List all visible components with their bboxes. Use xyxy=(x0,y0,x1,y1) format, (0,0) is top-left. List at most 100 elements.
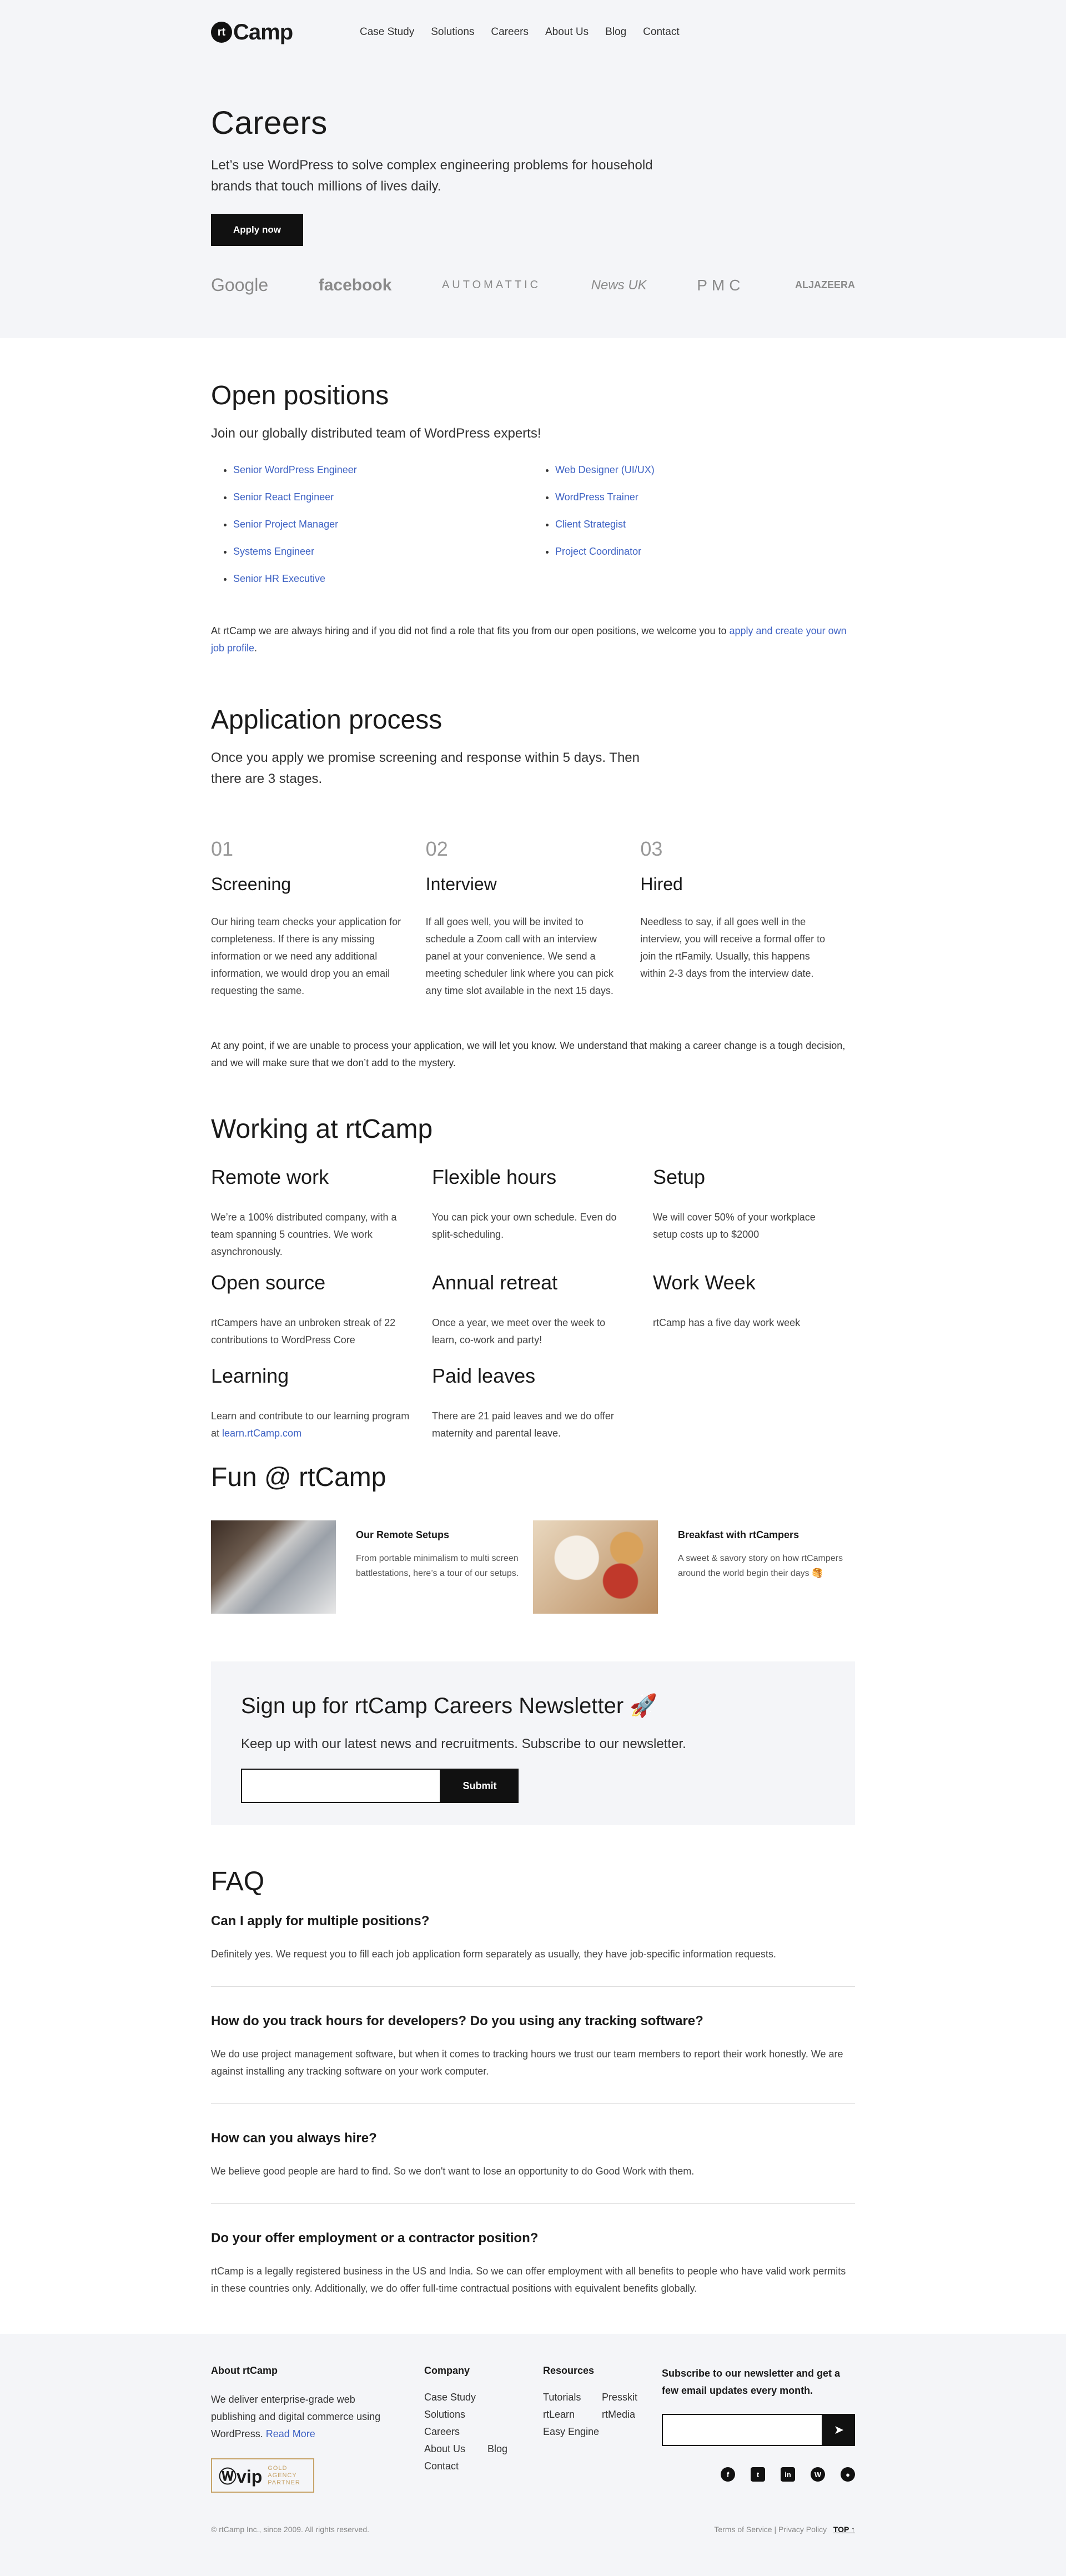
list-item: Senior HR Executive xyxy=(233,573,533,585)
copyright: © rtCamp Inc., since 2009. All rights re… xyxy=(211,2525,369,2534)
footer-link[interactable]: rtLearn xyxy=(543,2406,602,2423)
twitter-icon[interactable]: t xyxy=(751,2467,765,2482)
perk-text: You can pick your own schedule. Even do … xyxy=(432,1212,617,1240)
google-logo: Google xyxy=(211,275,269,295)
nav-blog[interactable]: Blog xyxy=(605,26,626,38)
wordpress-icon[interactable]: W xyxy=(811,2467,825,2482)
stage-text: Needless to say, if all goes well in the… xyxy=(640,916,826,979)
application-process-section: Application process Once you apply we pr… xyxy=(211,657,855,1072)
card-title: Our Remote Setups xyxy=(356,1529,450,1540)
faq-item: Can I apply for multiple positions? Defin… xyxy=(211,1914,855,1987)
perk-work-week: Work Week rtCamp has a five day work week xyxy=(653,1271,855,1364)
list-item: Senior Project Manager xyxy=(233,519,533,530)
badge-text: GOLD AGENCY PARTNER xyxy=(268,2464,300,2486)
fun-card-remote-setups[interactable]: Our Remote Setups From portable minimalis… xyxy=(211,1520,533,1614)
perk-text: rtCampers have an unbroken streak of 22 … xyxy=(211,1317,396,1345)
stage-number: 02 xyxy=(425,837,448,860)
position-link[interactable]: Systems Engineer xyxy=(233,546,314,557)
linkedin-icon[interactable]: in xyxy=(781,2467,795,2482)
list-item: Systems Engineer xyxy=(233,546,533,558)
list-item: Project Coordinator xyxy=(555,546,855,558)
faq-question: How can you always hire? xyxy=(211,2131,377,2146)
stage-title: Screening xyxy=(211,874,291,894)
nav-case-study[interactable]: Case Study xyxy=(360,26,414,38)
faq-question: Can I apply for multiple positions? xyxy=(211,1914,430,1929)
footer-link[interactable]: Careers xyxy=(424,2423,487,2441)
apply-now-button[interactable]: Apply now xyxy=(211,214,303,246)
nav-contact[interactable]: Contact xyxy=(643,26,679,38)
nav-solutions[interactable]: Solutions xyxy=(431,26,474,38)
footer-resources-title: Resources xyxy=(543,2365,595,2376)
newsletter-submit-button[interactable]: Submit xyxy=(441,1769,519,1803)
position-link[interactable]: WordPress Trainer xyxy=(555,491,638,503)
perk-remote-work: Remote work We’re a 100% distributed comp… xyxy=(211,1166,432,1271)
footer-email-input[interactable] xyxy=(662,2414,823,2446)
faq-answer: We do use project management software, b… xyxy=(211,2048,843,2077)
client-logos: Google facebook AUTOMATTIC News UK PMC A… xyxy=(211,275,855,295)
footer-link[interactable]: Contact xyxy=(424,2458,487,2475)
aljazeera-logo: ALJAZEERA xyxy=(795,279,855,290)
perk-learning: Learning Learn and contribute to our lear… xyxy=(211,1364,432,1448)
faq-item: How do you track hours for developers? D… xyxy=(211,2013,855,2104)
positions-note: At rtCamp we are always hiring and if yo… xyxy=(211,625,847,654)
position-link[interactable]: Senior WordPress Engineer xyxy=(233,464,357,475)
perk-text: We will cover 50% of your workplace setu… xyxy=(653,1212,816,1240)
footer-link[interactable]: About Us xyxy=(424,2441,487,2458)
newsletter-email-input[interactable] xyxy=(241,1769,441,1803)
stage-title: Hired xyxy=(640,874,683,894)
nav-careers[interactable]: Careers xyxy=(491,26,529,38)
terms-link[interactable]: Terms of Service xyxy=(714,2525,772,2534)
position-link[interactable]: Senior HR Executive xyxy=(233,573,325,584)
open-positions-section: Open positions Join our globally distrib… xyxy=(211,338,855,657)
position-link[interactable]: Web Designer (UI/UX) xyxy=(555,464,655,475)
stage-text: Our hiring team checks your application … xyxy=(211,916,401,996)
privacy-link[interactable]: Privacy Policy xyxy=(778,2525,827,2534)
footer-link[interactable]: Case Study xyxy=(424,2389,487,2406)
footer-link[interactable]: Blog xyxy=(487,2441,543,2458)
newsletter-section: Sign up for rtCamp Careers Newsletter 🚀 … xyxy=(211,1661,855,1825)
position-link[interactable]: Client Strategist xyxy=(555,519,626,530)
faq-section: FAQ Can I apply for multiple positions? D… xyxy=(211,1825,855,2297)
fun-title: Fun @ rtCamp xyxy=(211,1463,386,1492)
position-link[interactable]: Senior React Engineer xyxy=(233,491,334,503)
footer-send-button[interactable]: ➤ xyxy=(823,2414,855,2446)
perk-paid-leaves: Paid leaves There are 21 paid leaves and … xyxy=(432,1364,653,1448)
facebook-logo: facebook xyxy=(318,275,392,294)
footer-company: Company Case Study Solutions Careers Abo… xyxy=(424,2365,543,2493)
faq-item: How can you always hire? We believe good … xyxy=(211,2131,855,2204)
perk-annual-retreat: Annual retreat Once a year, we meet over … xyxy=(432,1271,653,1364)
main-nav: Case Study Solutions Careers About Us Bl… xyxy=(360,26,680,38)
perk-title: Flexible hours xyxy=(432,1166,557,1188)
learn-rtcamp-link[interactable]: learn.rtCamp.com xyxy=(222,1428,301,1439)
facebook-icon[interactable]: f xyxy=(721,2467,735,2482)
perk-title: Remote work xyxy=(211,1166,329,1188)
footer-link[interactable]: Solutions xyxy=(424,2406,487,2423)
fun-card-breakfast[interactable]: Breakfast with rtCampers A sweet & savory… xyxy=(533,1520,855,1614)
read-more-link[interactable]: Read More xyxy=(266,2428,315,2439)
open-positions-title: Open positions xyxy=(211,381,389,410)
footer-link[interactable]: Tutorials xyxy=(543,2389,602,2406)
back-to-top-link[interactable]: TOP ↑ xyxy=(833,2525,855,2534)
faq-answer: rtCamp is a legally registered business … xyxy=(211,2266,846,2294)
newsletter-form: Submit xyxy=(241,1769,825,1803)
footer-link[interactable]: Easy Engine xyxy=(543,2423,602,2441)
footer-link[interactable]: rtMedia xyxy=(602,2406,662,2423)
site-logo[interactable]: rtrtCampCamp xyxy=(211,20,360,45)
perk-setup: Setup We will cover 50% of your workplace… xyxy=(653,1166,855,1271)
nav-about-us[interactable]: About Us xyxy=(545,26,589,38)
faq-answer: We believe good people are hard to find.… xyxy=(211,2166,695,2177)
perk-title: Learning xyxy=(211,1364,289,1387)
site-header: rtrtCampCamp Case Study Solutions Career… xyxy=(211,0,855,64)
list-item: Web Designer (UI/UX) xyxy=(555,464,855,476)
hero-section: rtrtCampCamp Case Study Solutions Career… xyxy=(0,0,1066,338)
position-link[interactable]: Project Coordinator xyxy=(555,546,641,557)
newsletter-title: Sign up for rtCamp Careers Newsletter 🚀 xyxy=(241,1694,658,1718)
footer-link[interactable]: Presskit xyxy=(602,2389,662,2406)
footer-company-title: Company xyxy=(424,2365,470,2376)
perk-text: There are 21 paid leaves and we do offer… xyxy=(432,1410,614,1439)
github-icon[interactable]: ● xyxy=(841,2467,855,2482)
perk-text: We’re a 100% distributed company, with a… xyxy=(211,1212,397,1257)
position-link[interactable]: Senior Project Manager xyxy=(233,519,338,530)
faq-title: FAQ xyxy=(211,1867,265,1896)
vip-partner-badge[interactable]: Ⓦvip GOLD AGENCY PARTNER xyxy=(211,2458,315,2493)
